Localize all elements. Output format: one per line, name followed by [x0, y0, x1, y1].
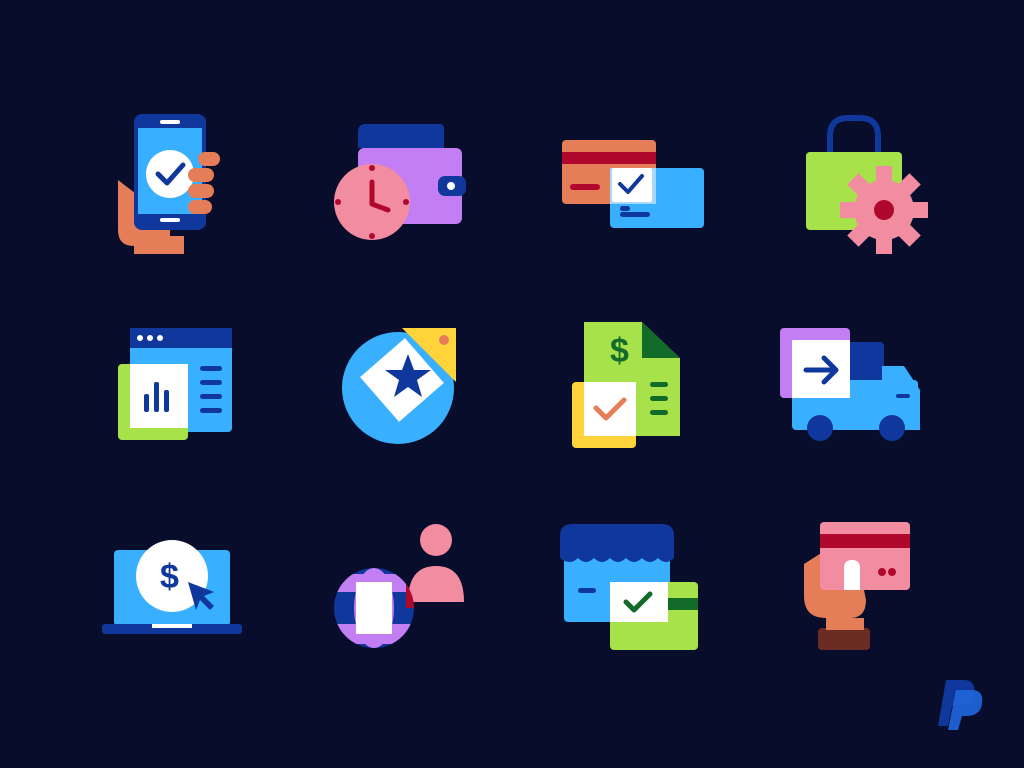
hand-holding-card-icon: [796, 520, 956, 680]
loyalty-tag-star-icon: [330, 312, 490, 472]
global-user-icon: [330, 522, 490, 682]
icon-grid: $ $: [0, 0, 1024, 768]
dollar-sign-glyph: $: [610, 332, 629, 370]
credit-card-verified-icon: [556, 118, 716, 278]
wallet-clock-icon: [324, 108, 484, 268]
shopping-bag-settings-icon: [804, 112, 964, 272]
invoice-approved-icon: $: [562, 318, 722, 478]
dashboard-analytics-icon: [108, 318, 268, 478]
phone-payment-confirmed-icon: [104, 108, 264, 268]
laptop-payment-click-icon: $: [100, 530, 260, 690]
paypal-logo-icon: [936, 676, 986, 732]
dollar-sign-glyph: $: [160, 558, 179, 596]
delivery-truck-icon: [778, 320, 938, 480]
store-payment-verified-icon: [556, 518, 716, 678]
